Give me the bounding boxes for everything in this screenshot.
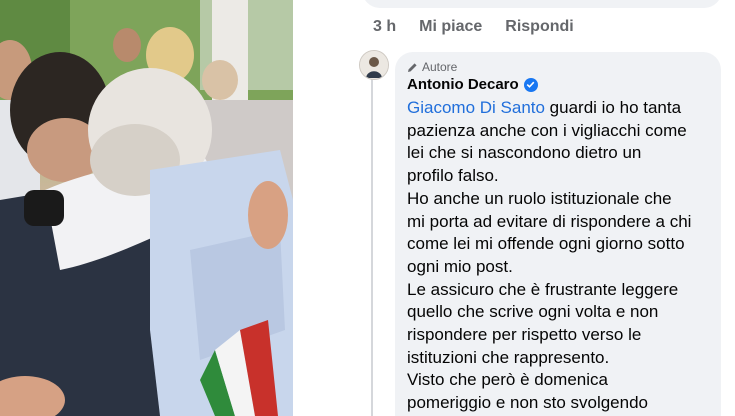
comment-line: ogni mio post. bbox=[407, 256, 513, 276]
avatar[interactable] bbox=[359, 50, 389, 80]
author-badge: Autore bbox=[407, 60, 457, 74]
comment-body: Giacomo Di Santo guardi io ho tanta pazi… bbox=[407, 97, 719, 415]
verified-badge-icon bbox=[523, 77, 538, 92]
comment-line: pomeriggio e non sto svolgendo bbox=[407, 393, 648, 413]
comment-line: Visto che però è domenica bbox=[407, 370, 608, 390]
comment-line-1-text: guardi io ho tanta bbox=[544, 98, 682, 117]
comment-line: rispondere per rispetto verso le bbox=[407, 325, 642, 345]
thread-line bbox=[371, 74, 373, 416]
previous-comment-bubble bbox=[362, 0, 722, 8]
previous-comment-actions: 3 h Mi piace Rispondi bbox=[373, 18, 574, 36]
mention-link[interactable]: Giacomo Di Santo bbox=[407, 98, 545, 117]
author-name-text[interactable]: Antonio Decaro bbox=[407, 76, 519, 93]
hug-photo bbox=[0, 0, 293, 416]
comment-line: profilo falso. bbox=[407, 166, 499, 186]
author-badge-label: Autore bbox=[422, 60, 458, 74]
pencil-icon bbox=[408, 62, 417, 72]
comment-line-1: Giacomo Di Santo guardi io ho tanta bbox=[407, 97, 719, 120]
comment-author[interactable]: Antonio Decaro bbox=[407, 76, 538, 93]
comment-line: Ho anche un ruolo istituzionale che bbox=[407, 188, 672, 208]
comment-timestamp: 3 h bbox=[373, 18, 397, 35]
photo-illustration bbox=[0, 0, 293, 416]
comment-line: come lei mi offende ogni giorno sotto bbox=[407, 234, 685, 254]
avatar-image bbox=[360, 51, 388, 79]
comment-line: lei che si nascondono dietro un bbox=[407, 143, 642, 163]
checkmark-icon bbox=[526, 81, 535, 88]
screenshot-root: 3 h Mi piace Rispondi Autore Antonio Dec… bbox=[0, 0, 735, 416]
comment-line: mi porta ad evitare di rispondere a chi bbox=[407, 211, 692, 231]
comment-line: quello che scrive ogni volta e non bbox=[407, 302, 659, 322]
comment-line: Le assicuro che è frustrante leggere bbox=[407, 279, 679, 299]
comment-line: pazienza anche con i vigliacchi come bbox=[407, 120, 687, 140]
reply-button[interactable]: Rispondi bbox=[505, 18, 573, 36]
like-button[interactable]: Mi piace bbox=[419, 18, 482, 36]
comment-line: istituzioni che rappresento. bbox=[407, 347, 610, 367]
comments-panel: 3 h Mi piace Rispondi Autore Antonio Dec… bbox=[293, 0, 735, 416]
